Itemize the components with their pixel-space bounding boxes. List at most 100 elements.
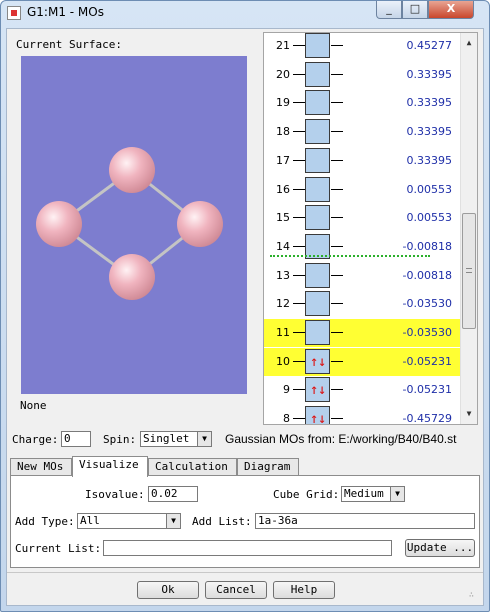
- level-line: [293, 245, 305, 247]
- orbital-box[interactable]: [305, 262, 330, 288]
- mo-number: 17: [276, 153, 290, 167]
- mo-energy: -0.03530: [402, 297, 452, 311]
- mo-row[interactable]: 19 0.33395: [264, 89, 460, 117]
- cube-grid-label: Cube Grid:: [273, 488, 340, 501]
- isovalue-field[interactable]: 0.02: [148, 486, 198, 502]
- boron-atom[interactable]: [177, 201, 223, 247]
- spin-down-arrow-icon: ↓: [318, 411, 327, 425]
- add-type-select[interactable]: All ▼: [77, 513, 181, 529]
- mo-energy: -0.05231: [402, 383, 452, 397]
- orbital-box[interactable]: ↑ ↓: [305, 406, 330, 425]
- update-button[interactable]: Update ...: [405, 539, 475, 557]
- mo-number: 14: [276, 239, 290, 253]
- level-line: [331, 360, 343, 362]
- mo-row[interactable]: 15 0.00553: [264, 204, 460, 232]
- cube-grid-select[interactable]: Medium ▼: [341, 486, 405, 502]
- orbital-box[interactable]: [305, 119, 330, 145]
- scroll-up-icon[interactable]: ▲: [461, 35, 477, 51]
- help-button[interactable]: Help: [273, 581, 335, 599]
- current-list-field[interactable]: [103, 540, 392, 556]
- mo-row[interactable]: 10 ↑ ↓ -0.05231: [264, 347, 460, 376]
- visualize-panel: Isovalue: 0.02 Cube Grid: Medium ▼ Add T…: [10, 475, 480, 568]
- mo-list-scrollbar[interactable]: ▲ ▼: [460, 33, 477, 424]
- orbital-box[interactable]: [305, 291, 330, 317]
- mo-row[interactable]: 8 ↑ ↓ -0.45729: [264, 405, 460, 425]
- level-line: [293, 131, 305, 133]
- orbital-box[interactable]: ↑ ↓: [305, 348, 330, 374]
- minimize-button[interactable]: _: [376, 1, 402, 19]
- orbital-box[interactable]: [305, 176, 330, 202]
- level-line: [293, 159, 305, 161]
- level-line: [331, 389, 343, 391]
- mo-number: 21: [276, 39, 290, 52]
- mo-energy: 0.45277: [406, 39, 453, 52]
- mo-row[interactable]: 18 0.33395: [264, 118, 460, 146]
- title-bar[interactable]: G1:M1 - MOs _ □ X: [1, 1, 489, 25]
- chevron-down-icon[interactable]: ▼: [166, 514, 180, 528]
- cancel-button[interactable]: Cancel: [205, 581, 267, 599]
- orbital-box[interactable]: [305, 205, 330, 231]
- level-line: [293, 360, 305, 362]
- tab-bar: New MOs Visualize Calculation Diagram: [10, 456, 480, 477]
- mo-row[interactable]: 13 -0.00818: [264, 262, 460, 290]
- charge-field[interactable]: 0: [61, 431, 91, 447]
- mo-source-label: Gaussian MOs from: E:/working/B40/B40.st: [225, 432, 457, 446]
- mo-number: 12: [276, 297, 290, 311]
- level-line: [331, 217, 343, 219]
- mo-energy: -0.00818: [402, 268, 452, 282]
- mo-number: 19: [276, 96, 290, 110]
- current-list-label: Current List:: [15, 542, 102, 555]
- level-line: [331, 159, 343, 161]
- mos-window: G1:M1 - MOs _ □ X Current Surface: None: [0, 0, 490, 612]
- close-button[interactable]: X: [428, 1, 474, 19]
- boron-atom[interactable]: [109, 254, 155, 300]
- scroll-thumb[interactable]: [462, 213, 476, 329]
- chevron-down-icon[interactable]: ▼: [390, 487, 404, 501]
- orbital-box[interactable]: [305, 61, 330, 87]
- level-line: [331, 188, 343, 190]
- level-line: [293, 45, 305, 46]
- orbital-box[interactable]: [305, 147, 330, 173]
- orbital-box[interactable]: [305, 320, 330, 345]
- scroll-down-icon[interactable]: ▼: [461, 406, 477, 422]
- level-line: [331, 45, 343, 46]
- mo-row[interactable]: 9 ↑ ↓ -0.05231: [264, 376, 460, 404]
- boron-atom[interactable]: [109, 147, 155, 193]
- ok-button[interactable]: Ok: [137, 581, 199, 599]
- orbital-box[interactable]: [305, 33, 330, 58]
- current-surface-label: Current Surface:: [16, 38, 122, 51]
- tab-calculation[interactable]: Calculation: [148, 458, 237, 476]
- add-list-label: Add List:: [192, 515, 252, 528]
- mo-number: 13: [276, 268, 290, 282]
- mo-row[interactable]: 11 -0.03530: [264, 319, 460, 347]
- mo-energy-list[interactable]: 21 0.45277 20 0.33395 19 0.33395 18 0.33395 17 0.…: [263, 32, 478, 425]
- spin-select[interactable]: Singlet ▼: [140, 431, 212, 447]
- homo-lumo-separator: [270, 255, 430, 257]
- orbital-box[interactable]: ↑ ↓: [305, 377, 330, 403]
- molecule-viewport[interactable]: [21, 56, 247, 394]
- mo-energy: -0.00818: [402, 239, 452, 253]
- add-list-field[interactable]: 1a-36a: [255, 513, 475, 529]
- level-line: [293, 73, 305, 75]
- app-icon: [7, 6, 21, 20]
- tab-new-mos[interactable]: New MOs: [10, 458, 72, 476]
- tab-visualize[interactable]: Visualize: [72, 456, 148, 477]
- tab-diagram[interactable]: Diagram: [237, 458, 299, 476]
- mo-row[interactable]: 17 0.33395: [264, 147, 460, 175]
- mo-energy: 0.00553: [406, 182, 453, 196]
- maximize-button[interactable]: □: [402, 1, 428, 19]
- mo-row[interactable]: 16 0.00553: [264, 176, 460, 204]
- mo-row[interactable]: 21 0.45277: [264, 33, 460, 60]
- boron-atom[interactable]: [36, 201, 82, 247]
- chevron-down-icon[interactable]: ▼: [197, 432, 211, 446]
- mo-row[interactable]: 12 -0.03530: [264, 290, 460, 318]
- resize-grip-icon[interactable]: ∴: [469, 591, 479, 602]
- level-line: [331, 245, 343, 247]
- mo-row[interactable]: 20 0.33395: [264, 61, 460, 89]
- level-line: [331, 332, 343, 333]
- level-line: [293, 389, 305, 391]
- orbital-box[interactable]: [305, 90, 330, 116]
- charge-label: Charge:: [12, 433, 59, 446]
- level-line: [293, 303, 305, 305]
- spin-down-arrow-icon: ↓: [318, 353, 327, 370]
